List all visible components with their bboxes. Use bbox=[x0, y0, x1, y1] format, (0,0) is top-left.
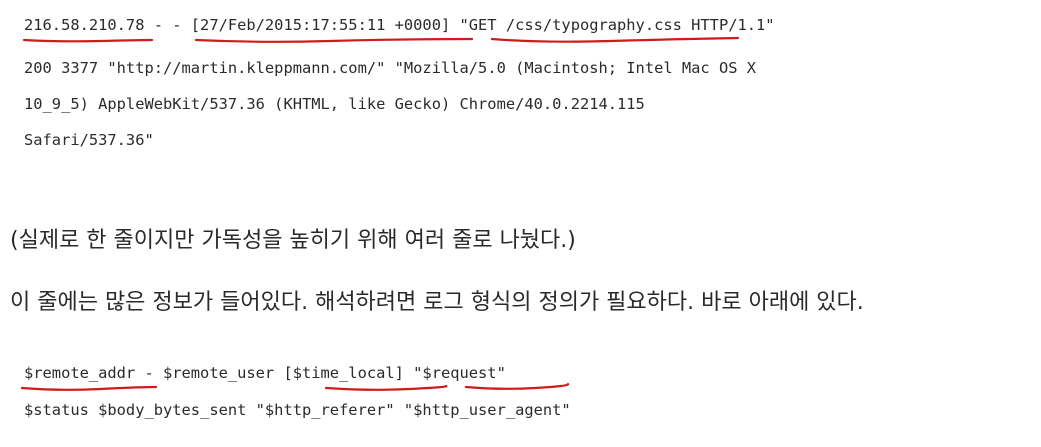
underline-timestamp bbox=[194, 37, 474, 43]
underline-time-local bbox=[324, 384, 448, 391]
log-line-2: 200 3377 "http://martin.kleppmann.com/" … bbox=[24, 59, 757, 77]
log-format-line-2: $status $body_bytes_sent "$http_referer"… bbox=[24, 401, 571, 419]
note-text: (실제로 한 줄이지만 가독성을 높히기 위해 여러 줄로 나눴다.) bbox=[10, 228, 576, 253]
underline-remote-addr bbox=[20, 385, 158, 391]
log-line-4: Safari/537.36" bbox=[24, 131, 154, 149]
log-line-1: 216.58.210.78 - - [27/Feb/2015:17:55:11 … bbox=[24, 16, 775, 34]
explanation-text: 이 줄에는 많은 정보가 들어있다. 해석하려면 로그 형식의 정의가 필요하다… bbox=[10, 290, 864, 315]
log-line-3: 10_9_5) AppleWebKit/537.36 (KHTML, like … bbox=[24, 95, 645, 113]
underline-ip-address bbox=[22, 38, 154, 43]
underline-request-var bbox=[464, 382, 570, 390]
underline-request bbox=[490, 36, 740, 43]
log-format-line-1: $remote_addr - $remote_user [$time_local… bbox=[24, 364, 506, 382]
